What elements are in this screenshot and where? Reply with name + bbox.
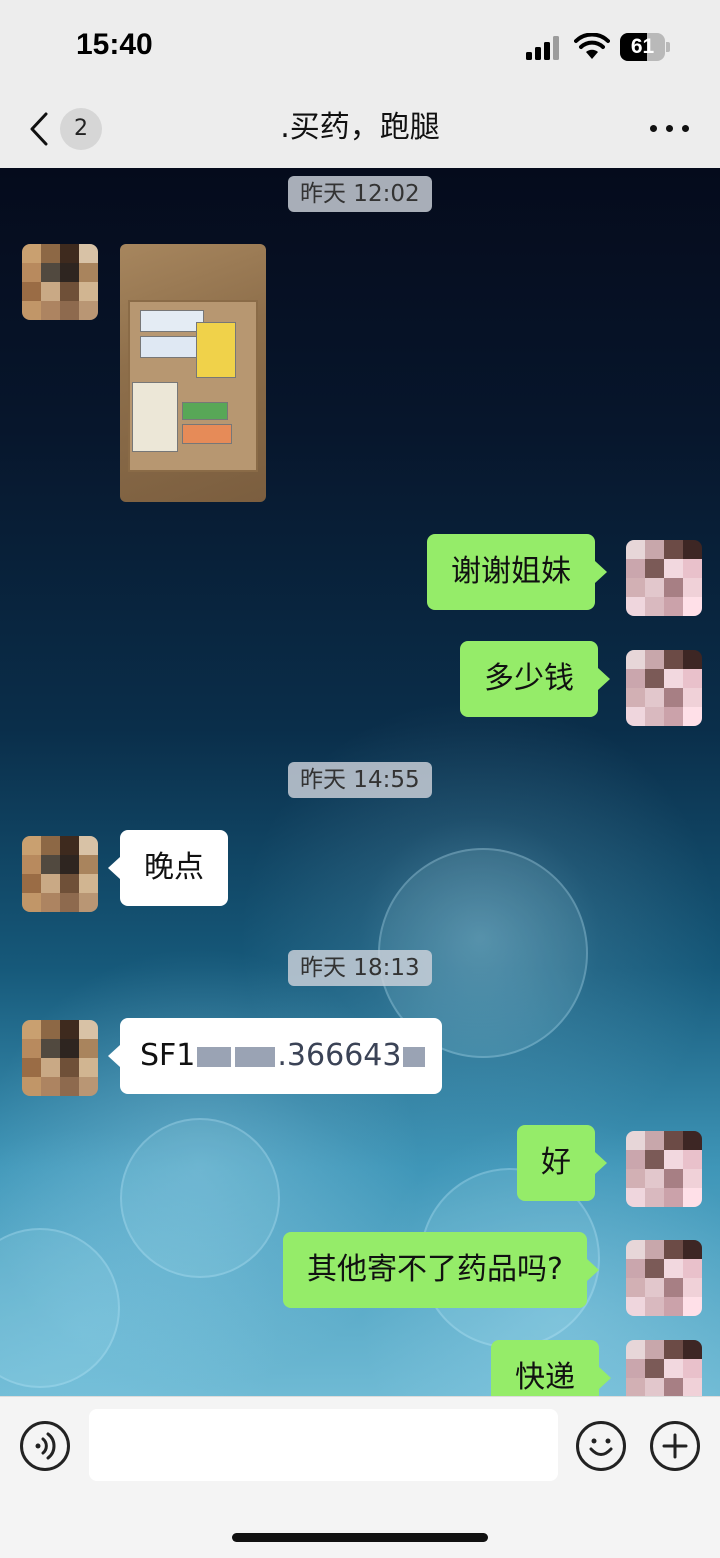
unread-count-badge: 2 [60,108,102,150]
voice-icon [35,1432,56,1460]
my-avatar[interactable] [626,1340,702,1396]
background-bokeh [120,1118,280,1278]
sent-message[interactable]: 多少钱 [460,641,610,717]
redacted-block [403,1046,426,1067]
contact-avatar[interactable] [22,244,98,320]
received-message[interactable]: 晚点 [108,830,228,906]
chat-title: .买药，跑腿 [280,110,440,145]
medicine-photo [128,300,258,472]
status-time: 15:40 [76,28,153,61]
chat-header: 2 .买药，跑腿 [0,92,720,168]
battery-icon: 61 [620,33,670,61]
message-input[interactable] [89,1409,558,1481]
home-indicator[interactable] [232,1533,488,1542]
contact-avatar[interactable] [22,1020,98,1096]
more-functions-button[interactable] [650,1421,700,1471]
chevron-left-icon [30,112,48,146]
message-timestamp: 昨天 18:13 [288,950,432,986]
message-input-bar [0,1396,720,1558]
my-avatar[interactable] [626,1131,702,1207]
message-timestamp: 昨天 12:02 [288,176,432,212]
sent-message[interactable]: 好 [517,1125,607,1201]
signal-icon [526,36,559,60]
plus-icon [662,1433,688,1459]
emoji-button[interactable] [576,1421,626,1471]
wifi-icon [574,33,610,59]
background-bokeh [0,1228,120,1388]
tracking-number-message[interactable]: SF1 .366643 [108,1018,442,1094]
back-button[interactable]: 2 [22,104,112,154]
emoji-icon [589,1438,613,1456]
my-avatar[interactable] [626,1240,702,1316]
more-horizontal-icon [650,125,657,132]
chat-message-list[interactable]: 昨天 12:02 谢谢姐妹 多少钱 昨天 14:55 晚点 昨天 18:13 S… [0,168,720,1396]
voice-input-button[interactable] [20,1421,70,1471]
tracking-suffix: .366643 [277,1038,402,1073]
my-avatar[interactable] [626,650,702,726]
sent-message[interactable]: 快递 [491,1340,611,1396]
contact-avatar[interactable] [22,836,98,912]
message-timestamp: 昨天 14:55 [288,762,432,798]
more-options-button[interactable] [646,110,694,146]
image-message[interactable] [120,244,266,502]
tracking-prefix: SF1 [140,1038,196,1073]
status-bar: 15:40 61 [0,0,720,92]
sent-message[interactable]: 谢谢姐妹 [427,534,607,610]
redacted-block [197,1046,232,1067]
battery-percentage: 61 [630,35,655,58]
my-avatar[interactable] [626,540,702,616]
sent-message[interactable]: 其他寄不了药品吗? [283,1232,599,1308]
redacted-block [235,1046,276,1067]
